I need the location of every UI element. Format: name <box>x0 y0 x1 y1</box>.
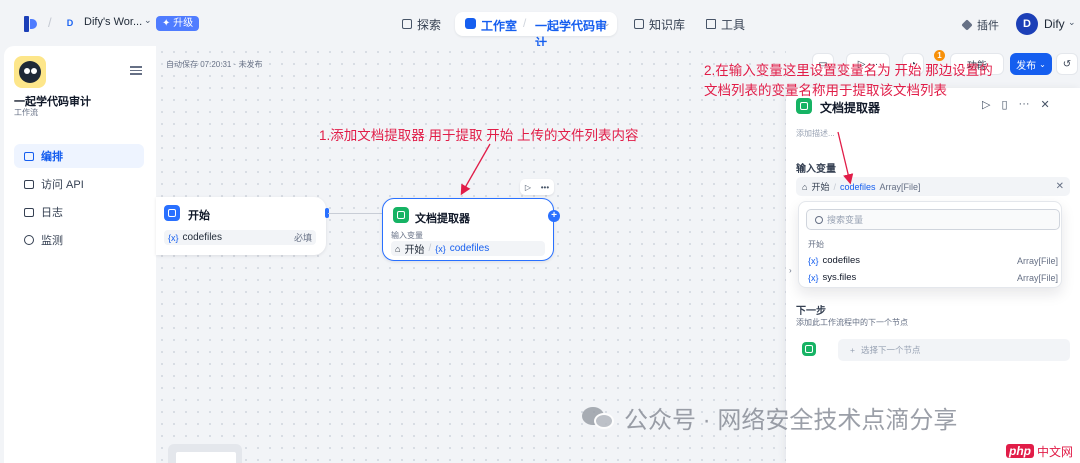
variable-dropdown: 搜索变量 开始 {x} codefiles Array[File] {x} sy… <box>798 201 1062 288</box>
chevron-down-icon[interactable]: ⌄ <box>144 15 152 26</box>
user-name[interactable]: Dify <box>1044 17 1065 31</box>
variable-icon: {x} <box>168 232 179 243</box>
start-node[interactable]: 开始 {x} codefiles 必填 <box>156 197 326 255</box>
autosave-status: 自动保存 07:20:31 · 未发布 <box>166 60 263 69</box>
variable-icon: {x} <box>808 272 819 283</box>
app-type: 工作流 <box>14 108 38 117</box>
site-badge: php 中文网 <box>1000 442 1080 460</box>
sidebar: 一起学代码审计 工作流 编排 访问 API 日志 监测 <box>4 46 156 463</box>
next-step-desc: 添加此工作流程中的下一个节点 <box>796 318 908 327</box>
home-icon: ⌂ <box>395 243 401 254</box>
start-variable-row: {x} codefiles 必填 <box>164 230 316 245</box>
variable-icon: {x} <box>808 255 819 266</box>
settings-sliders-icon[interactable] <box>130 64 142 76</box>
document-icon <box>393 207 409 223</box>
watermark: 公众号 · 网络安全技术点滴分享 <box>582 400 957 435</box>
annotation-step-2: 2.在输入变量这里设置变量名为 开始 那边设置的文档列表的变量名称用于提取该文档… <box>704 63 993 98</box>
dropdown-option-codefiles[interactable]: {x} codefiles Array[File] <box>808 255 1058 266</box>
search-icon <box>815 215 823 224</box>
dropdown-group-label: 开始 <box>808 240 824 249</box>
sidebar-item-logs[interactable]: 日志 <box>14 200 144 224</box>
more-icon[interactable]: ··· <box>1019 98 1030 111</box>
book-open-icon[interactable]: ▯ <box>1001 98 1007 111</box>
book-icon <box>634 19 644 29</box>
plus-icon: + <box>850 345 855 355</box>
doc-extractor-node[interactable]: 文档提取器 输入变量 ⌂ 开始 / {x} codefiles <box>382 198 554 261</box>
notification-badge: 1 <box>934 50 945 61</box>
plugins-button[interactable]: 插件 <box>961 17 999 33</box>
description-input[interactable]: 添加描述... <box>796 128 835 139</box>
document-icon <box>802 342 816 356</box>
publish-button[interactable]: 发布 ⌄ <box>1010 53 1052 75</box>
sidebar-item-orchestrate[interactable]: 编排 <box>14 144 144 168</box>
required-tag: 必填 <box>293 233 312 243</box>
sidebar-item-api[interactable]: 访问 API <box>14 172 144 196</box>
doc-variable-row: ⌂ 开始 / {x} codefiles <box>391 241 545 256</box>
search-input[interactable]: 搜索变量 <box>806 209 1060 230</box>
variable-icon: {x} <box>435 243 446 254</box>
layout-icon <box>24 151 34 161</box>
workspace-badge: D <box>66 18 74 28</box>
wechat-icon <box>582 405 616 431</box>
monitor-icon <box>24 235 34 245</box>
robot-icon <box>465 18 476 29</box>
hammer-icon <box>706 19 716 29</box>
home-icon <box>164 205 180 221</box>
cube-icon <box>961 19 973 31</box>
upgrade-button[interactable]: ✦ 升级 <box>156 16 200 31</box>
annotation-step-1: 1.添加文档提取器 用于提取 开始 上传的文件列表内容 <box>319 128 639 143</box>
home-icon: ⌂ <box>802 181 808 192</box>
input-variable-title: 输入变量 <box>796 164 836 175</box>
chevron-right-icon[interactable]: › <box>789 266 792 275</box>
workspace-name[interactable]: Dify's Wor... <box>84 16 142 28</box>
play-icon[interactable]: ▷ <box>525 183 531 192</box>
breadcrumb-separator: / <box>48 15 52 30</box>
nav-studio[interactable]: 工作室 / 一起学代码审计 ⌄ <box>455 12 617 50</box>
app-avatar <box>14 56 46 88</box>
add-node-plus-icon[interactable]: + <box>548 210 560 222</box>
chevron-down-icon: ⌄ <box>1039 59 1046 69</box>
variable-selector[interactable]: ⌂ 开始 / codefiles Array[File] ✕ <box>796 177 1070 196</box>
sidebar-item-monitor[interactable]: 监测 <box>14 228 144 252</box>
compass-icon <box>402 19 412 29</box>
restore-icon[interactable]: ↺ <box>1056 53 1078 75</box>
select-next-node-button[interactable]: + 选择下一个节点 <box>838 339 1070 361</box>
chevron-down-icon[interactable]: ⌄ <box>603 18 611 29</box>
dify-logo-icon[interactable] <box>24 16 38 32</box>
panel-title: 文档提取器 <box>820 101 881 115</box>
nav-knowledge[interactable]: 知识库 <box>634 14 685 34</box>
close-icon[interactable]: ✕ <box>1041 98 1050 111</box>
log-icon <box>24 207 34 217</box>
next-step-title: 下一步 <box>796 306 826 317</box>
nav-explore[interactable]: 探索 <box>402 14 441 34</box>
minimap[interactable] <box>168 444 242 463</box>
clear-icon[interactable]: ✕ <box>1056 181 1064 192</box>
dropdown-option-sysfiles[interactable]: {x} sys.files Array[File] <box>808 272 1058 283</box>
top-bar: / D Dify's Wor... ⌄ ✦ 升级 探索 工作室 / 一起学代码审… <box>0 0 1080 50</box>
edge-start-to-doc <box>328 213 382 214</box>
nav-tools[interactable]: 工具 <box>706 14 745 34</box>
node-toolbar[interactable]: ▷ ••• <box>520 179 554 195</box>
terminal-icon <box>24 179 34 189</box>
chevron-down-icon[interactable]: ⌄ <box>1068 17 1076 28</box>
avatar[interactable]: D <box>1016 13 1038 35</box>
more-icon[interactable]: ••• <box>541 183 549 192</box>
